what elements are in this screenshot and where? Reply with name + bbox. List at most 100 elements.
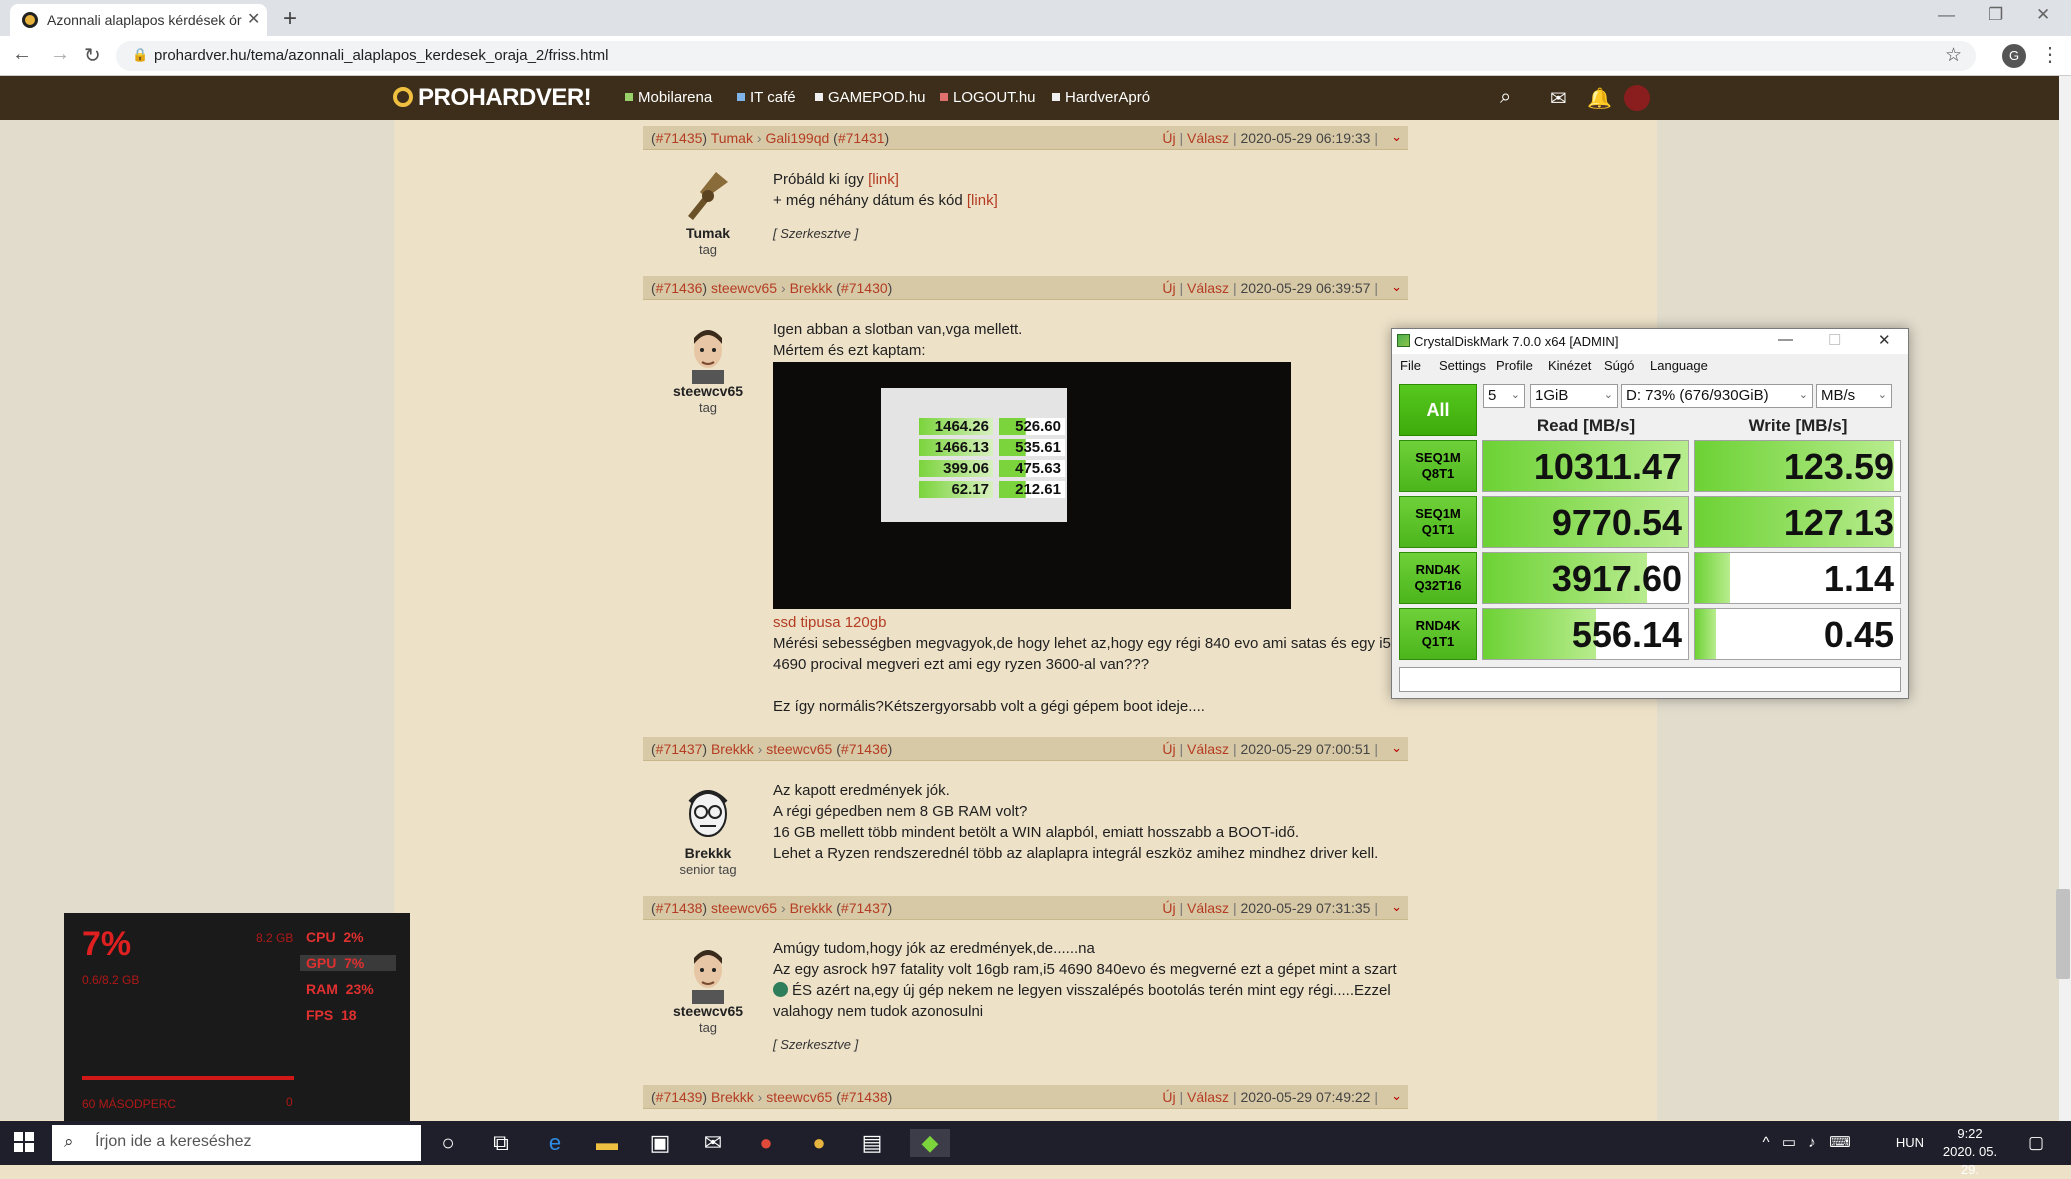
task-view-icon[interactable]: ⧉: [487, 1129, 515, 1157]
username[interactable]: steewcv65: [648, 1003, 768, 1019]
forward-icon[interactable]: →: [50, 43, 70, 66]
post-author[interactable]: steewcv65: [711, 900, 777, 916]
reply-to-number[interactable]: #71430: [841, 280, 888, 296]
post-author[interactable]: Brekkk: [711, 1089, 754, 1105]
test-rnd4k-q32t16-button[interactable]: RND4K Q32T16: [1399, 552, 1477, 604]
count-select[interactable]: 5 ⌄: [1483, 384, 1525, 408]
new-link[interactable]: Új: [1162, 900, 1175, 916]
reply-to-user[interactable]: Gali199qd: [765, 130, 829, 146]
browser-tab[interactable]: Azonnali alaplapos kérdések óráj ✕: [10, 4, 267, 36]
chevron-down-icon[interactable]: ⌄: [1391, 279, 1402, 295]
nav-hardverapro[interactable]: HardverApró: [1052, 89, 1150, 106]
reply-link[interactable]: Válasz: [1187, 900, 1229, 916]
chrome-icon[interactable]: ●: [752, 1129, 780, 1157]
image-caption-link[interactable]: ssd tipusa 120gb: [773, 612, 1391, 633]
scrollbar-thumb[interactable]: [2056, 889, 2070, 979]
file-explorer-icon[interactable]: ▬: [593, 1129, 621, 1157]
test-seq1m-q1t1-button[interactable]: SEQ1M Q1T1: [1399, 496, 1477, 548]
nav-itcafe[interactable]: IT café: [737, 89, 796, 106]
unit-select[interactable]: MB/s ⌄: [1816, 384, 1892, 408]
minimize-icon[interactable]: —: [1938, 5, 1955, 25]
taskbar-search[interactable]: ⌕ Írjon ide a kereséshez: [52, 1125, 421, 1161]
chrome-profile-icon[interactable]: ●: [805, 1129, 833, 1157]
test-rnd4k-q1t1-button[interactable]: RND4K Q1T1: [1399, 608, 1477, 660]
profile-avatar[interactable]: G: [2002, 44, 2026, 68]
user-avatar[interactable]: [1624, 85, 1650, 111]
chevron-down-icon[interactable]: ⌄: [1391, 1088, 1402, 1104]
username[interactable]: steewcv65: [648, 383, 768, 399]
reply-link[interactable]: Válasz: [1187, 1089, 1229, 1105]
app-icon[interactable]: ▤: [858, 1129, 886, 1157]
avatar[interactable]: [678, 322, 738, 384]
maximize-icon[interactable]: ☐: [1828, 331, 1841, 349]
edited-note[interactable]: [ Szerkesztve ]: [773, 223, 998, 244]
window-close-icon[interactable]: ✕: [2036, 5, 2050, 25]
restore-icon[interactable]: ❐: [1988, 5, 2003, 25]
action-center-icon[interactable]: ▢: [2022, 1129, 2050, 1157]
search-icon[interactable]: ⌕: [1500, 86, 1511, 109]
mail-icon[interactable]: ✉: [1550, 86, 1567, 111]
reply-to-number[interactable]: #71438: [841, 1089, 888, 1105]
post-author[interactable]: steewcv65: [711, 280, 777, 296]
menu-profile[interactable]: Profile: [1496, 358, 1533, 373]
edge-icon[interactable]: e: [541, 1129, 569, 1157]
nav-gamepod[interactable]: GAMEPOD.hu: [815, 89, 926, 106]
tab-close-icon[interactable]: ✕: [247, 9, 260, 29]
tray-keyboard-icon[interactable]: ⌨: [1826, 1129, 1854, 1157]
store-icon[interactable]: ▣: [646, 1129, 674, 1157]
new-link[interactable]: Új: [1162, 130, 1175, 146]
cdm-comment-field[interactable]: [1399, 667, 1901, 692]
new-link[interactable]: Új: [1162, 1089, 1175, 1105]
post-number[interactable]: #71438: [656, 900, 703, 916]
chevron-down-icon[interactable]: ⌄: [1391, 740, 1402, 756]
bookmark-star-icon[interactable]: ☆: [1945, 44, 1962, 67]
new-link[interactable]: Új: [1162, 280, 1175, 296]
post-number[interactable]: #71437: [656, 741, 703, 757]
taskbar-clock[interactable]: 9:22 2020. 05. 29.: [1935, 1125, 2005, 1179]
reply-to-number[interactable]: #71431: [838, 130, 885, 146]
reply-link[interactable]: Válasz: [1187, 741, 1229, 757]
new-tab-button[interactable]: +: [283, 5, 297, 33]
nav-mobilarena[interactable]: Mobilarena: [625, 89, 712, 106]
menu-theme[interactable]: Kinézet: [1548, 358, 1591, 373]
reply-to-user[interactable]: Brekkk: [790, 280, 833, 296]
reply-to-user[interactable]: steewcv65: [766, 741, 832, 757]
new-link[interactable]: Új: [1162, 741, 1175, 757]
post-author[interactable]: Brekkk: [711, 741, 754, 757]
post-link[interactable]: [link]: [868, 171, 899, 188]
back-icon[interactable]: ←: [12, 43, 32, 66]
cortana-icon[interactable]: ○: [434, 1129, 462, 1157]
input-language[interactable]: HUN: [1890, 1129, 1930, 1157]
site-logo[interactable]: PROHARDVER!: [393, 84, 592, 112]
drive-select[interactable]: D: 73% (676/930GiB) ⌄: [1621, 384, 1813, 408]
window-close-icon[interactable]: ✕: [1878, 331, 1891, 349]
reply-link[interactable]: Válasz: [1187, 280, 1229, 296]
notification-bell-icon[interactable]: 🔔: [1587, 86, 1612, 111]
menu-language[interactable]: Language: [1650, 358, 1708, 373]
username[interactable]: Brekkk: [648, 845, 768, 861]
windows-start-icon[interactable]: [14, 1132, 34, 1152]
chevron-down-icon[interactable]: ⌄: [1391, 899, 1402, 915]
test-seq1m-q8t1-button[interactable]: SEQ1M Q8T1: [1399, 440, 1477, 492]
reply-to-user[interactable]: steewcv65: [766, 1089, 832, 1105]
post-link[interactable]: [link]: [967, 192, 998, 209]
size-select[interactable]: 1GiB ⌄: [1530, 384, 1618, 408]
mail-icon[interactable]: ✉: [699, 1129, 727, 1157]
cdm-titlebar[interactable]: CrystalDiskMark 7.0.0 x64 [ADMIN] — ☐ ✕: [1392, 329, 1908, 354]
edited-note[interactable]: [ Szerkesztve ]: [773, 1034, 1397, 1055]
post-number[interactable]: #71435: [656, 130, 703, 146]
minimize-icon[interactable]: —: [1778, 331, 1793, 348]
menu-file[interactable]: File: [1400, 358, 1421, 373]
reply-to-number[interactable]: #71437: [841, 900, 888, 916]
all-button[interactable]: All: [1399, 384, 1477, 436]
avatar[interactable]: [676, 166, 736, 228]
reload-icon[interactable]: ↻: [84, 43, 101, 68]
avatar[interactable]: [678, 782, 738, 844]
tray-volume-icon[interactable]: ♪: [1798, 1129, 1826, 1157]
post-author[interactable]: Tumak: [711, 130, 753, 146]
menu-settings[interactable]: Settings: [1439, 358, 1486, 373]
crystaldiskmark-taskbar-icon[interactable]: ◆: [910, 1129, 950, 1157]
browser-menu-icon[interactable]: ⋮: [2040, 42, 2060, 67]
post-number[interactable]: #71439: [656, 1089, 703, 1105]
reply-to-number[interactable]: #71436: [841, 741, 888, 757]
